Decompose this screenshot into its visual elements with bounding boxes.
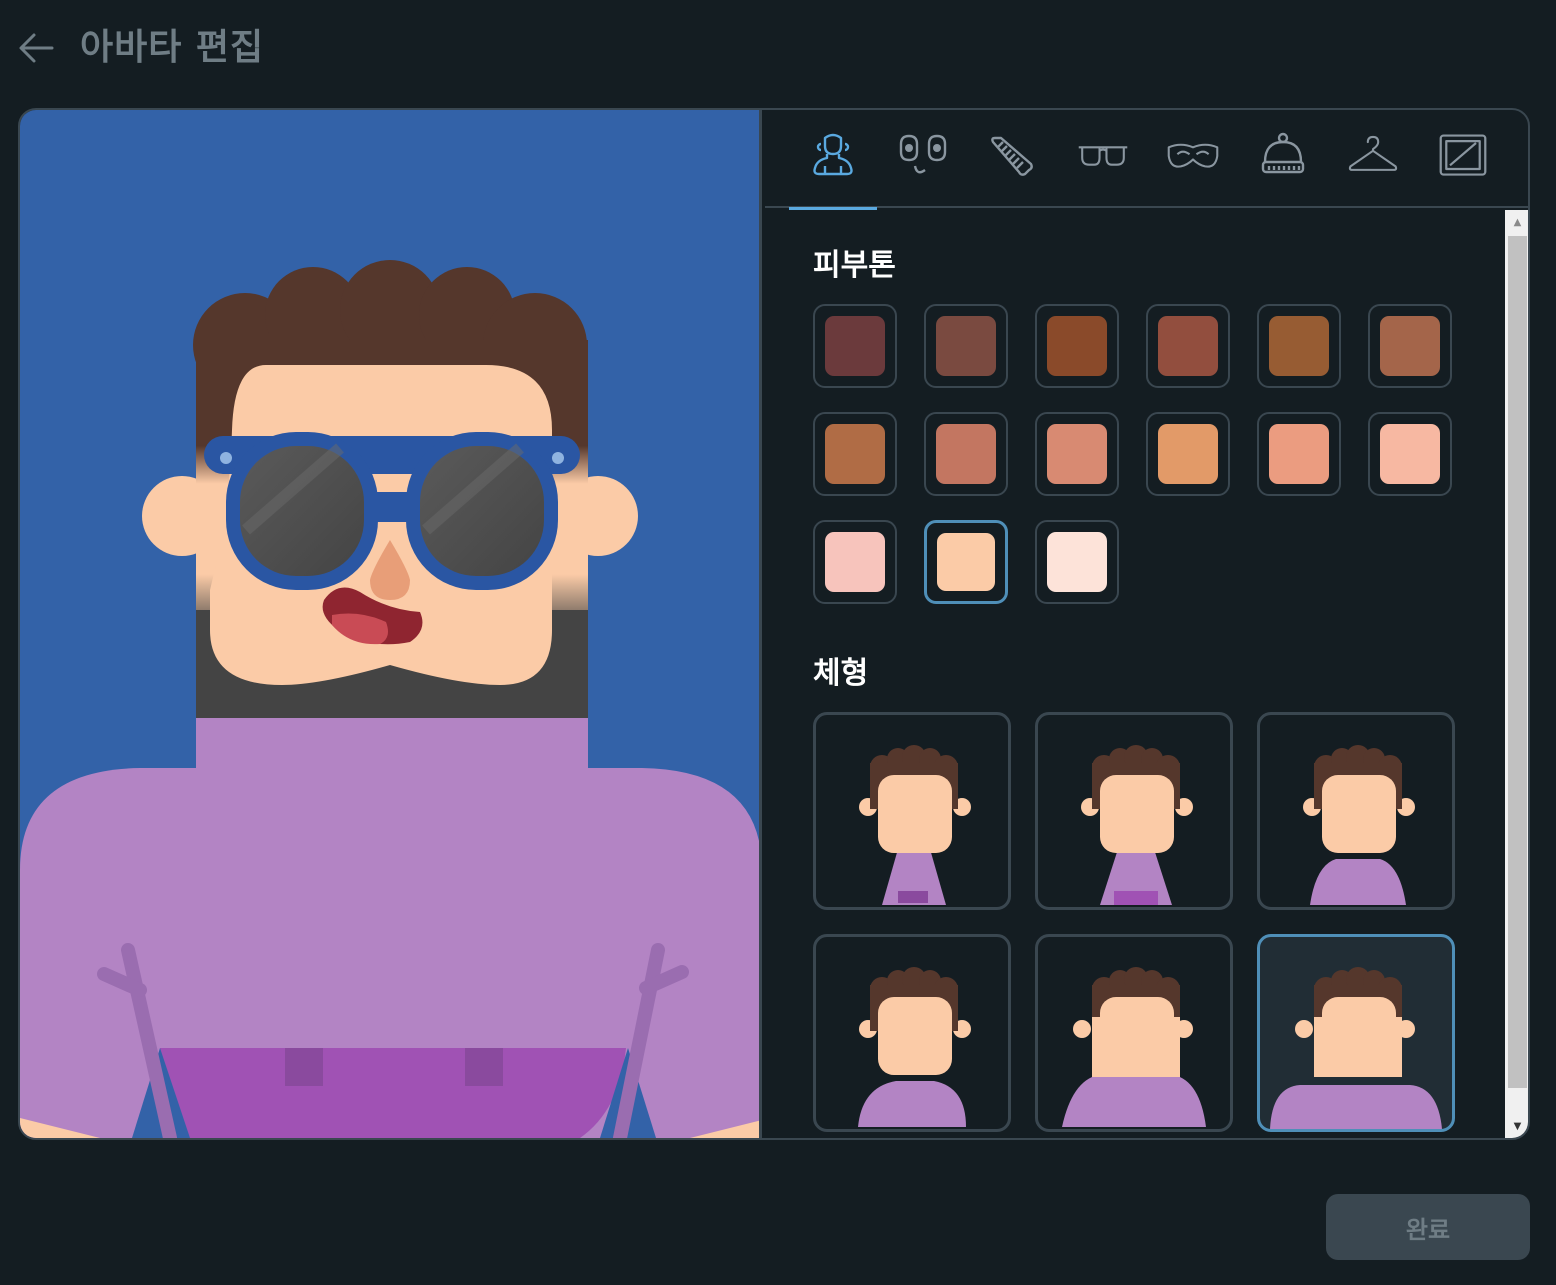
skin-tone-swatch[interactable] bbox=[924, 412, 1008, 496]
skin-tone-chip bbox=[825, 316, 885, 376]
scroll-up-arrow-icon[interactable]: ▲ bbox=[1505, 210, 1528, 234]
mustache-icon bbox=[1167, 143, 1219, 168]
skin-tone-swatch[interactable] bbox=[1146, 412, 1230, 496]
body-type-thumbnail bbox=[858, 967, 971, 1127]
skin-tone-chip bbox=[1047, 424, 1107, 484]
frame-icon bbox=[1439, 134, 1487, 176]
skin-tone-chip bbox=[1158, 316, 1218, 376]
skin-tone-chip bbox=[1269, 316, 1329, 376]
skin-tone-chip bbox=[1047, 532, 1107, 592]
skin-tone-chip bbox=[825, 532, 885, 592]
scroll-down-arrow-icon[interactable]: ▼ bbox=[1505, 1114, 1528, 1138]
scrollbar[interactable]: ▲ ▼ bbox=[1505, 210, 1528, 1138]
body-type-option-2[interactable] bbox=[1035, 712, 1233, 910]
skin-tone-chip bbox=[1380, 316, 1440, 376]
body-type-thumbnail bbox=[1303, 745, 1415, 905]
skin-tone-swatch[interactable] bbox=[813, 520, 897, 604]
body-type-thumbnail bbox=[1081, 745, 1193, 905]
hanger-icon bbox=[1348, 135, 1398, 171]
skin-tone-swatch[interactable] bbox=[1368, 304, 1452, 388]
face-icon bbox=[899, 134, 947, 174]
skin-tone-chip bbox=[937, 533, 995, 591]
body-type-title: 체형 bbox=[813, 656, 869, 691]
beanie-icon bbox=[1261, 132, 1305, 174]
skin-tone-swatch[interactable] bbox=[1257, 412, 1341, 496]
avatar-illustration bbox=[20, 260, 759, 1138]
skin-tone-swatch[interactable] bbox=[924, 304, 1008, 388]
scroll-thumb[interactable] bbox=[1508, 236, 1527, 1088]
skin-tone-swatch[interactable] bbox=[1035, 412, 1119, 496]
tab-hair[interactable] bbox=[969, 130, 1057, 208]
skin-tone-chip bbox=[1380, 424, 1440, 484]
body-icon bbox=[813, 133, 853, 176]
arrow-left-icon bbox=[19, 33, 54, 63]
back-button[interactable] bbox=[16, 28, 56, 68]
customization-panel: 피부톤 체형 ▲ ▼ bbox=[765, 110, 1528, 1138]
avatar-preview bbox=[20, 110, 762, 1138]
options-scroll-area: 피부톤 체형 bbox=[765, 210, 1505, 1138]
glasses-icon bbox=[1078, 146, 1128, 166]
tab-body[interactable] bbox=[789, 130, 877, 210]
header: 아바타 편집 bbox=[0, 0, 1556, 90]
skin-tone-swatch[interactable] bbox=[1257, 304, 1341, 388]
skin-tone-swatch[interactable] bbox=[1035, 520, 1119, 604]
skin-tone-swatch[interactable] bbox=[813, 412, 897, 496]
body-type-thumbnail bbox=[1270, 967, 1442, 1129]
category-tabs bbox=[765, 110, 1528, 210]
comb-icon bbox=[991, 136, 1033, 176]
body-type-thumbnail bbox=[859, 745, 971, 905]
page-title: 아바타 편집 bbox=[80, 27, 265, 68]
body-type-thumbnail bbox=[1062, 967, 1206, 1127]
avatar-editor: 피부톤 체형 ▲ ▼ bbox=[18, 108, 1530, 1140]
body-type-option-4[interactable] bbox=[813, 934, 1011, 1132]
skin-tone-chip bbox=[825, 424, 885, 484]
body-type-option-6-selected[interactable] bbox=[1257, 934, 1455, 1132]
tab-background[interactable] bbox=[1419, 130, 1507, 208]
skin-tone-chip bbox=[1269, 424, 1329, 484]
skin-tone-title: 피부톤 bbox=[813, 248, 896, 283]
body-type-option-3[interactable] bbox=[1257, 712, 1455, 910]
tab-face[interactable] bbox=[879, 130, 967, 208]
skin-tone-swatch[interactable] bbox=[1035, 304, 1119, 388]
body-type-option-5[interactable] bbox=[1035, 934, 1233, 1132]
skin-tone-swatch[interactable] bbox=[1146, 304, 1230, 388]
tab-facial-hair[interactable] bbox=[1149, 130, 1237, 208]
skin-tone-chip bbox=[936, 424, 996, 484]
skin-tone-chip bbox=[1047, 316, 1107, 376]
tab-clothing[interactable] bbox=[1329, 130, 1417, 208]
skin-tone-chip bbox=[1158, 424, 1218, 484]
skin-tone-chip bbox=[936, 316, 996, 376]
body-type-option-1[interactable] bbox=[813, 712, 1011, 910]
done-button[interactable]: 완료 bbox=[1326, 1194, 1530, 1260]
skin-tone-swatch-selected[interactable] bbox=[924, 520, 1008, 604]
skin-tone-swatch[interactable] bbox=[813, 304, 897, 388]
tab-eyewear[interactable] bbox=[1059, 130, 1147, 208]
skin-tone-swatch[interactable] bbox=[1368, 412, 1452, 496]
tab-headwear[interactable] bbox=[1239, 130, 1327, 208]
